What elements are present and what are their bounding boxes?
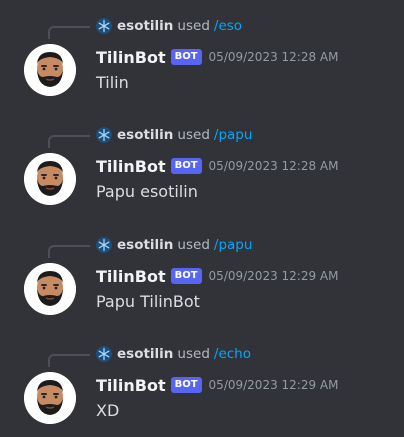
message: esotilin used /papu TilinBot BOT 05/09/2…	[0, 219, 404, 327]
bearded-man-avatar-icon[interactable]	[24, 372, 76, 424]
bearded-man-avatar-icon[interactable]	[24, 153, 76, 205]
reply-used-text: used	[177, 18, 210, 34]
message-content: Papu esotilin	[96, 182, 198, 201]
message-header: TilinBot BOT 05/09/2023 12:29 AM	[96, 265, 338, 287]
reply-connector	[48, 354, 90, 367]
reply-used-text: used	[177, 127, 210, 143]
reply-username[interactable]: esotilin	[117, 346, 173, 362]
snowflake-avatar-icon[interactable]	[96, 346, 112, 362]
message: esotilin used /papu TilinBot BOT 05/09/2…	[0, 109, 404, 217]
reply-username[interactable]: esotilin	[117, 127, 173, 143]
message-header: TilinBot BOT 05/09/2023 12:28 AM	[96, 46, 338, 68]
reply-used-text: used	[177, 237, 210, 253]
snowflake-avatar-icon[interactable]	[96, 18, 112, 34]
bot-tag: BOT	[170, 377, 202, 393]
snowflake-avatar-icon[interactable]	[96, 237, 112, 253]
reply-preview[interactable]: esotilin used /echo	[96, 345, 251, 363]
reply-preview[interactable]: esotilin used /papu	[96, 126, 252, 144]
bearded-man-avatar-icon[interactable]	[24, 44, 76, 96]
reply-connector	[48, 26, 90, 39]
author-name[interactable]: TilinBot	[96, 267, 166, 286]
reply-preview[interactable]: esotilin used /papu	[96, 236, 252, 254]
message-content: Tilin	[96, 73, 129, 92]
snowflake-avatar-icon[interactable]	[96, 127, 112, 143]
author-name[interactable]: TilinBot	[96, 48, 166, 67]
reply-command[interactable]: /eso	[214, 18, 242, 34]
message-header: TilinBot BOT 05/09/2023 12:28 AM	[96, 155, 338, 177]
reply-preview[interactable]: esotilin used /eso	[96, 17, 242, 35]
reply-command[interactable]: /papu	[214, 237, 253, 253]
bot-tag: BOT	[170, 158, 202, 174]
message-header: TilinBot BOT 05/09/2023 12:29 AM	[96, 374, 338, 396]
timestamp: 05/09/2023 12:29 AM	[208, 269, 339, 283]
reply-command[interactable]: /echo	[214, 346, 251, 362]
reply-username[interactable]: esotilin	[117, 237, 173, 253]
message: esotilin used /eso TilinBot BOT 05/09/20…	[0, 0, 404, 108]
timestamp: 05/09/2023 12:29 AM	[208, 378, 339, 392]
author-name[interactable]: TilinBot	[96, 376, 166, 395]
timestamp: 05/09/2023 12:28 AM	[208, 159, 339, 173]
reply-username[interactable]: esotilin	[117, 18, 173, 34]
bot-tag: BOT	[170, 49, 202, 65]
author-name[interactable]: TilinBot	[96, 157, 166, 176]
timestamp: 05/09/2023 12:28 AM	[208, 50, 339, 64]
bearded-man-avatar-icon[interactable]	[24, 263, 76, 315]
message-content: Papu TilinBot	[96, 292, 200, 311]
bot-tag: BOT	[170, 268, 202, 284]
reply-used-text: used	[177, 346, 210, 362]
message-content: XD	[96, 401, 120, 420]
reply-command[interactable]: /papu	[214, 127, 253, 143]
message: esotilin used /echo TilinBot BOT 05/09/2…	[0, 328, 404, 436]
reply-connector	[48, 245, 90, 258]
reply-connector	[48, 135, 90, 148]
